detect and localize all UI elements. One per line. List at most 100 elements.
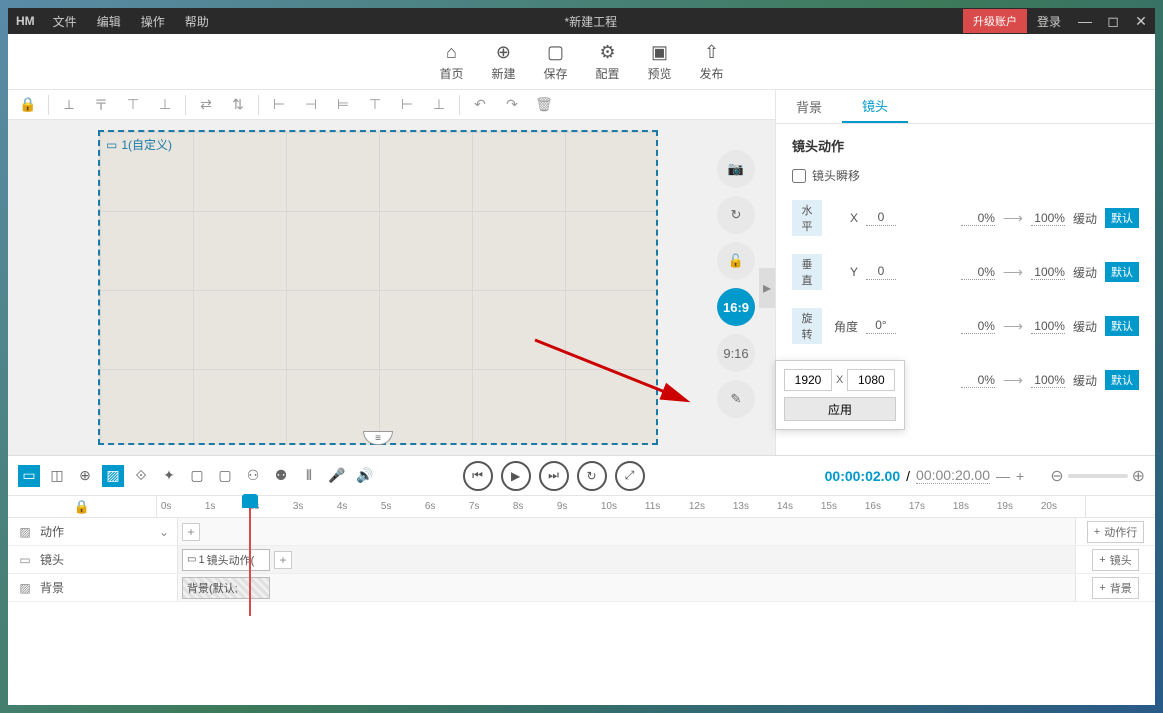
tool-icon[interactable]: ⦀ [298,465,320,487]
align-left-icon[interactable]: ⊢ [267,93,291,117]
menu-operate[interactable]: 操作 [131,13,175,30]
prop-from[interactable]: 0% [961,211,995,226]
playhead[interactable] [249,496,251,616]
lock-column-icon[interactable]: 🔒 [8,496,157,517]
prop-value[interactable]: 0 [866,264,896,280]
camera-tool-icon[interactable]: ▭ [18,465,40,487]
undo-icon[interactable]: ↶ [468,93,492,117]
canvas[interactable]: ▭ 1(自定义) ≡ [98,130,658,445]
prop-value[interactable]: 0° [866,318,896,334]
next-icon[interactable]: ⏭ [539,461,569,491]
maximize-icon[interactable]: ◻ [1099,13,1127,30]
arrow-icon: ⟶ [1003,318,1023,335]
prop-to[interactable]: 100% [1031,319,1065,334]
add-clip-button[interactable]: + [274,551,292,569]
tool-icon[interactable]: ◫ [46,465,68,487]
tab-background[interactable]: 背景 [776,90,842,123]
default-button[interactable]: 默认 [1105,370,1139,390]
add-camera-button[interactable]: + 镜头 [1092,549,1138,571]
menu-edit[interactable]: 编辑 [87,13,131,30]
flip-h-icon[interactable]: ⇄ [194,93,218,117]
ratio-16-9-button[interactable]: 16:9 [717,288,755,326]
publish-button[interactable]: ⇧发布 [700,42,724,82]
align-middle-icon[interactable]: ⊢ [395,93,419,117]
time-duration[interactable]: 00:00:20.00 [916,467,990,484]
align-top-icon[interactable]: ⊤ [363,93,387,117]
delete-icon[interactable]: 🗑 [532,93,556,117]
lock-icon[interactable]: 🔒 [16,93,40,117]
apply-button[interactable]: 应用 [784,397,896,421]
align-tool-icon[interactable]: ⊥ [153,93,177,117]
add-background-button[interactable]: + 背景 [1092,577,1138,599]
height-input[interactable] [847,369,895,391]
play-icon[interactable]: ▶ [501,461,531,491]
config-button[interactable]: ⚙配置 [596,42,620,82]
unlock-icon[interactable]: 🔓 [717,242,755,280]
login-button[interactable]: 登录 [1027,13,1071,30]
loop-icon[interactable]: ↻ [577,461,607,491]
zoom-slider[interactable] [1068,474,1128,478]
prop-from[interactable]: 0% [961,319,995,334]
add-action-row-button[interactable]: + 动作行 [1087,521,1144,543]
default-button[interactable]: 默认 [1105,262,1139,282]
chevron-down-icon[interactable]: ⌄ [159,525,169,539]
panel-collapse-handle[interactable]: ▸ [759,268,775,308]
prop-value[interactable]: 0 [866,210,896,226]
save-button[interactable]: ▢保存 [543,42,567,82]
time-ruler[interactable]: 0s1s2s3s4s5s6s7s8s9s10s11s12s13s14s15s16… [157,496,1085,517]
mic-icon[interactable]: 🎤 [326,465,348,487]
tool-icon[interactable]: ⚉ [270,465,292,487]
tool-icon[interactable]: ⚇ [242,465,264,487]
tool-icon[interactable]: ✦ [158,465,180,487]
minimize-icon[interactable]: — [1071,13,1099,30]
time-minus-icon[interactable]: — [996,468,1010,484]
fullscreen-icon[interactable]: ⤢ [615,461,645,491]
align-right-icon[interactable]: ⊨ [331,93,355,117]
width-input[interactable] [784,369,832,391]
default-button[interactable]: 默认 [1105,208,1139,228]
edit-dim-icon[interactable]: ✎ [717,380,755,418]
instant-move-checkbox[interactable] [792,169,806,183]
ruler-tick: 15s [821,501,865,512]
upgrade-button[interactable]: 升级账户 [963,9,1027,33]
canvas-expand-handle[interactable]: ≡ [363,431,393,445]
prop-to[interactable]: 100% [1031,265,1065,280]
tab-camera[interactable]: 镜头 [842,90,908,123]
home-button[interactable]: ⌂首页 [439,42,463,82]
add-clip-button[interactable]: + [182,523,200,541]
tool-icon[interactable]: ⟐ [130,465,152,487]
close-icon[interactable]: ✕ [1127,13,1155,30]
prop-from[interactable]: 0% [961,373,995,388]
prev-icon[interactable]: ⏮ [463,461,493,491]
new-button[interactable]: ⊕新建 [491,42,515,82]
prop-to[interactable]: 100% [1031,211,1065,226]
ratio-9-16-button[interactable]: 9:16 [717,334,755,372]
align-tool-icon[interactable]: ⟂ [57,93,81,117]
zoom-out-icon[interactable]: ⊖ [1050,466,1063,486]
align-center-icon[interactable]: ⊣ [299,93,323,117]
rotate-icon[interactable]: ↻ [717,196,755,234]
background-clip[interactable]: 背景(默认; [182,577,270,599]
default-button[interactable]: 默认 [1105,316,1139,336]
tool-icon[interactable]: ▨ [102,465,124,487]
redo-icon[interactable]: ↷ [500,93,524,117]
ruler-tick: 12s [689,501,733,512]
tool-icon[interactable]: ▢ [214,465,236,487]
align-tool-icon[interactable]: 〒 [89,93,113,117]
tool-icon[interactable]: ▢ [186,465,208,487]
snapshot-icon[interactable]: 📷 [717,150,755,188]
tool-icon[interactable]: ⊕ [74,465,96,487]
preview-button[interactable]: ▣预览 [648,42,672,82]
menu-file[interactable]: 文件 [43,13,87,30]
camera-clip[interactable]: ▭1镜头动作( [182,549,270,571]
menu-help[interactable]: 帮助 [175,13,219,30]
prop-from[interactable]: 0% [961,265,995,280]
time-plus-icon[interactable]: + [1016,468,1024,484]
ruler-tick: 3s [293,501,337,512]
speaker-icon[interactable]: 🔊 [354,465,376,487]
zoom-in-icon[interactable]: ⊕ [1132,466,1145,486]
flip-v-icon[interactable]: ⇅ [226,93,250,117]
align-bottom-icon[interactable]: ⊥ [427,93,451,117]
align-tool-icon[interactable]: ⊤ [121,93,145,117]
prop-to[interactable]: 100% [1031,373,1065,388]
